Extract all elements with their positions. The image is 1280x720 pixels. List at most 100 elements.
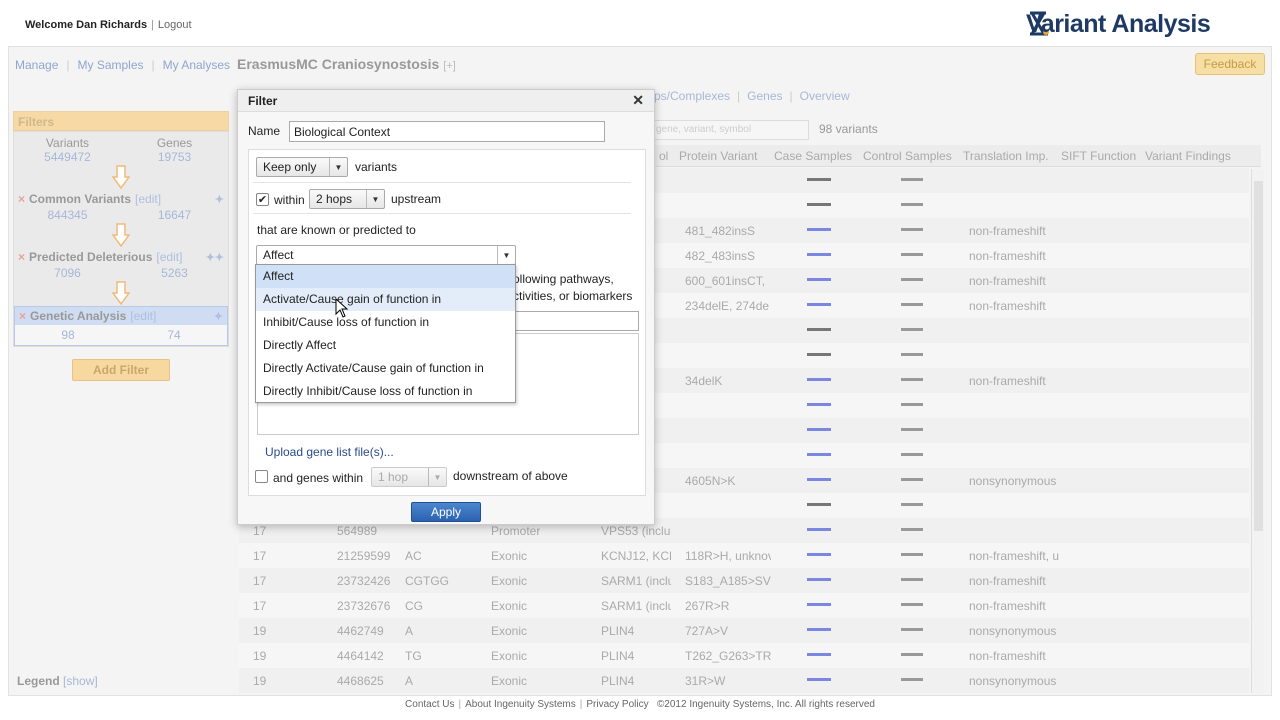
cell-prot: 234delE, 274de <box>685 299 770 313</box>
option-directly-activate[interactable]: Directly Activate/Cause gain of function… <box>256 357 515 380</box>
legend-show-link[interactable]: [show] <box>63 674 98 688</box>
move-icon[interactable]: ✦✦ <box>206 251 224 264</box>
table-scrollbar[interactable] <box>1251 169 1264 693</box>
within-label: within <box>274 193 305 207</box>
keep-only-select[interactable]: Keep only ▼ <box>256 157 348 177</box>
filter-common-variants[interactable]: × Common Variants [edit] ✦ <box>14 190 228 208</box>
cell-gene: PLIN4 <box>601 649 635 663</box>
downstream-hops-select[interactable]: 1 hop ▼ <box>371 467 447 487</box>
cell-region: Exonic <box>491 599 528 613</box>
separator: | <box>151 19 154 31</box>
initial-genes-count[interactable]: 19753 <box>121 150 228 164</box>
edit-filter-link[interactable]: [edit] <box>156 250 182 264</box>
option-affect[interactable]: Affect <box>256 265 515 288</box>
cell-ref: CG <box>405 599 423 613</box>
genetic-genes-count[interactable]: 74 <box>121 328 227 342</box>
option-directly-inhibit[interactable]: Directly Inhibit/Cause loss of function … <box>256 380 515 403</box>
control-samples-glyph <box>901 428 923 431</box>
move-icon[interactable]: ✦ <box>215 193 224 206</box>
case-samples-glyph <box>807 678 831 681</box>
cell-trans: non-frameshift, u <box>969 549 1060 563</box>
welcome-bar: Welcome Dan Richards | Logout <box>25 19 192 31</box>
cell-chr: 19 <box>253 624 267 638</box>
cell-prot: 34delK <box>685 374 723 388</box>
table-row[interactable]: 17 21259599 AC Exonic KCNJ12, KCN 118R>H, unk… <box>239 543 1249 568</box>
within-checkbox[interactable]: ✔ <box>256 193 269 206</box>
table-row[interactable]: 17 23732426 CGTGG Exonic SARM1 (includ S183_A… <box>239 568 1249 593</box>
logout-link[interactable]: Logout <box>158 19 192 31</box>
filters-panel: Filters Variants Genes 5449472 19753 × C… <box>13 111 229 391</box>
col-header-case-samples[interactable]: Case Samples <box>774 149 852 163</box>
col-header-variant-findings[interactable]: Variant Findings <box>1145 149 1231 163</box>
cell-pos: 23732426 <box>337 574 391 588</box>
feedback-button[interactable]: Feedback <box>1195 53 1265 75</box>
filter-predicted-deleterious[interactable]: × Predicted Deleterious [edit] ✦✦ <box>14 248 228 266</box>
genetic-variants-count[interactable]: 98 <box>15 328 121 342</box>
case-samples-glyph <box>807 178 831 181</box>
nav-manage[interactable]: Manage <box>15 58 58 72</box>
nav-my-samples[interactable]: My Samples <box>78 58 144 72</box>
col-header[interactable]: ol <box>659 149 668 163</box>
welcome-text: Welcome Dan Richards <box>25 19 148 31</box>
table-row[interactable]: 19 4462749 A Exonic PLIN4 727A>V nonsynonymous <box>239 618 1249 643</box>
upload-gene-list-link[interactable]: Upload gene list file(s)... <box>265 445 394 459</box>
footer: Contact Us | About Ingenuity Systems | Priva… <box>405 699 875 710</box>
cell-trans: nonsynonymous <box>969 674 1057 688</box>
variants-label: variants <box>355 160 398 174</box>
common-variants-count[interactable]: 844345 <box>14 208 121 222</box>
variant-count: 98 variants <box>819 122 878 136</box>
deleterious-variants-count[interactable]: 7096 <box>14 266 121 280</box>
table-row[interactable]: 19 4468625 A Exonic PLIN4 31R>W nonsynonymous <box>239 668 1249 693</box>
initial-variants-count[interactable]: 5449472 <box>14 150 121 164</box>
relation-select[interactable]: Affect ▼ <box>256 245 516 265</box>
add-filter-button[interactable]: Add Filter <box>72 359 170 381</box>
option-inhibit[interactable]: Inhibit/Cause loss of function in <box>256 311 515 334</box>
filter-cascade: Variants Genes 5449472 19753 × Common Va… <box>13 131 229 347</box>
col-header-translation-impact[interactable]: Translation Imp. <box>963 149 1049 163</box>
cell-gene: PLIN4 <box>601 674 635 688</box>
close-icon[interactable]: ✕ <box>632 92 644 109</box>
search-input[interactable]: gene, variant, symbol <box>649 120 809 140</box>
cell-trans: non-frameshift <box>969 599 1046 613</box>
tab-genes[interactable]: Genes <box>747 89 782 103</box>
scrollbar-thumb[interactable] <box>1254 181 1263 531</box>
cell-trans: non-frameshift <box>969 574 1046 588</box>
project-edit-link[interactable]: [+] <box>443 60 456 72</box>
col-header-protein-variant[interactable]: Protein Variant <box>679 149 758 163</box>
hops-select[interactable]: 2 hops ▼ <box>309 189 385 209</box>
common-genes-count[interactable]: 16647 <box>121 208 228 222</box>
col-header-sift-function[interactable]: SIFT Function <box>1061 149 1136 163</box>
nav-my-analyses[interactable]: My Analyses <box>163 58 230 72</box>
col-header-control-samples[interactable]: Control Samples <box>863 149 952 163</box>
footer-contact-link[interactable]: Contact Us <box>405 699 454 710</box>
remove-filter-icon[interactable]: × <box>18 192 25 206</box>
cell-chr: 17 <box>253 574 267 588</box>
table-row[interactable]: 19 4464142 TG Exonic PLIN4 T262_G263>TR non-fr… <box>239 643 1249 668</box>
cell-gene: SARM1 (includ <box>601 599 671 613</box>
move-icon[interactable]: ✦ <box>214 310 223 323</box>
tab-overview[interactable]: Overview <box>800 89 850 103</box>
edit-filter-link[interactable]: [edit] <box>130 309 156 323</box>
apply-button[interactable]: Apply <box>411 502 481 522</box>
control-samples-glyph <box>901 528 923 531</box>
control-samples-glyph <box>901 203 923 206</box>
option-activate[interactable]: Activate/Cause gain of function in <box>256 288 515 311</box>
remove-filter-icon[interactable]: × <box>19 309 26 323</box>
genes-within-checkbox[interactable] <box>255 470 268 483</box>
legend-toggle[interactable]: Legend [show] <box>17 674 98 688</box>
cell-ref: CGTGG <box>405 574 449 588</box>
deleterious-genes-count[interactable]: 5263 <box>121 266 228 280</box>
cell-prot: 31R>W <box>685 674 726 688</box>
filter-genetic-analysis[interactable]: × Genetic Analysis [edit] ✦ 98 74 <box>14 306 228 346</box>
cell-chr: 17 <box>253 524 267 538</box>
downstream-label: downstream of above <box>453 469 568 483</box>
filter-name-input[interactable] <box>289 121 605 142</box>
cell-gene: PLIN4 <box>601 624 635 638</box>
tab-pathways-complexes[interactable]: ps/Complexes <box>654 89 730 103</box>
remove-filter-icon[interactable]: × <box>18 250 25 264</box>
footer-about-link[interactable]: About Ingenuity Systems <box>465 699 576 710</box>
edit-filter-link[interactable]: [edit] <box>135 192 161 206</box>
table-row[interactable]: 17 23732676 CG Exonic SARM1 (includ 267R>R non… <box>239 593 1249 618</box>
footer-privacy-link[interactable]: Privacy Policy <box>586 699 648 710</box>
option-directly-affect[interactable]: Directly Affect <box>256 334 515 357</box>
